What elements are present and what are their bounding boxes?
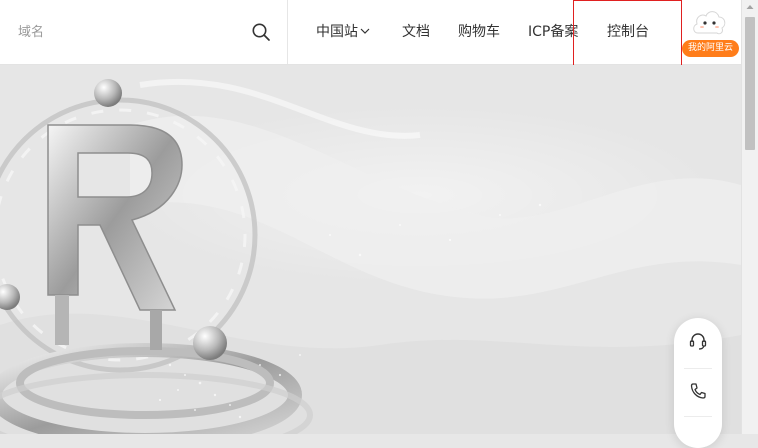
nav-docs[interactable]: 文档 xyxy=(402,0,430,64)
search-icon[interactable] xyxy=(250,21,272,43)
scrollbar-thumb[interactable] xyxy=(745,17,755,150)
hero-illustration xyxy=(0,65,741,434)
hero-banner xyxy=(0,65,741,434)
vertical-scrollbar[interactable] xyxy=(741,0,758,434)
nav-cart[interactable]: 购物车 xyxy=(458,0,500,64)
floating-contact-panel xyxy=(674,318,722,448)
highlight-box xyxy=(573,0,682,69)
float-divider xyxy=(684,368,712,369)
nav-icp-filing-label: ICP备案 xyxy=(528,24,579,40)
headset-icon[interactable] xyxy=(688,331,708,351)
float-divider xyxy=(684,416,712,417)
search-input[interactable] xyxy=(8,18,258,46)
search-bar xyxy=(0,0,288,64)
nav-china-site-label: 中国站 xyxy=(316,24,358,40)
cloud-mascot-icon xyxy=(692,7,726,39)
my-aliyun-button[interactable]: 我的阿里云 xyxy=(682,4,741,60)
nav-cart-label: 购物车 xyxy=(458,24,500,40)
my-aliyun-badge: 我的阿里云 xyxy=(682,40,739,57)
phone-icon[interactable] xyxy=(688,381,708,401)
chevron-down-icon xyxy=(360,0,370,63)
nav-docs-label: 文档 xyxy=(402,24,430,40)
nav-icp-filing[interactable]: ICP备案 xyxy=(528,0,578,64)
scroll-up-arrow-icon[interactable] xyxy=(746,4,754,10)
nav-china-site[interactable]: 中国站 xyxy=(316,0,370,64)
